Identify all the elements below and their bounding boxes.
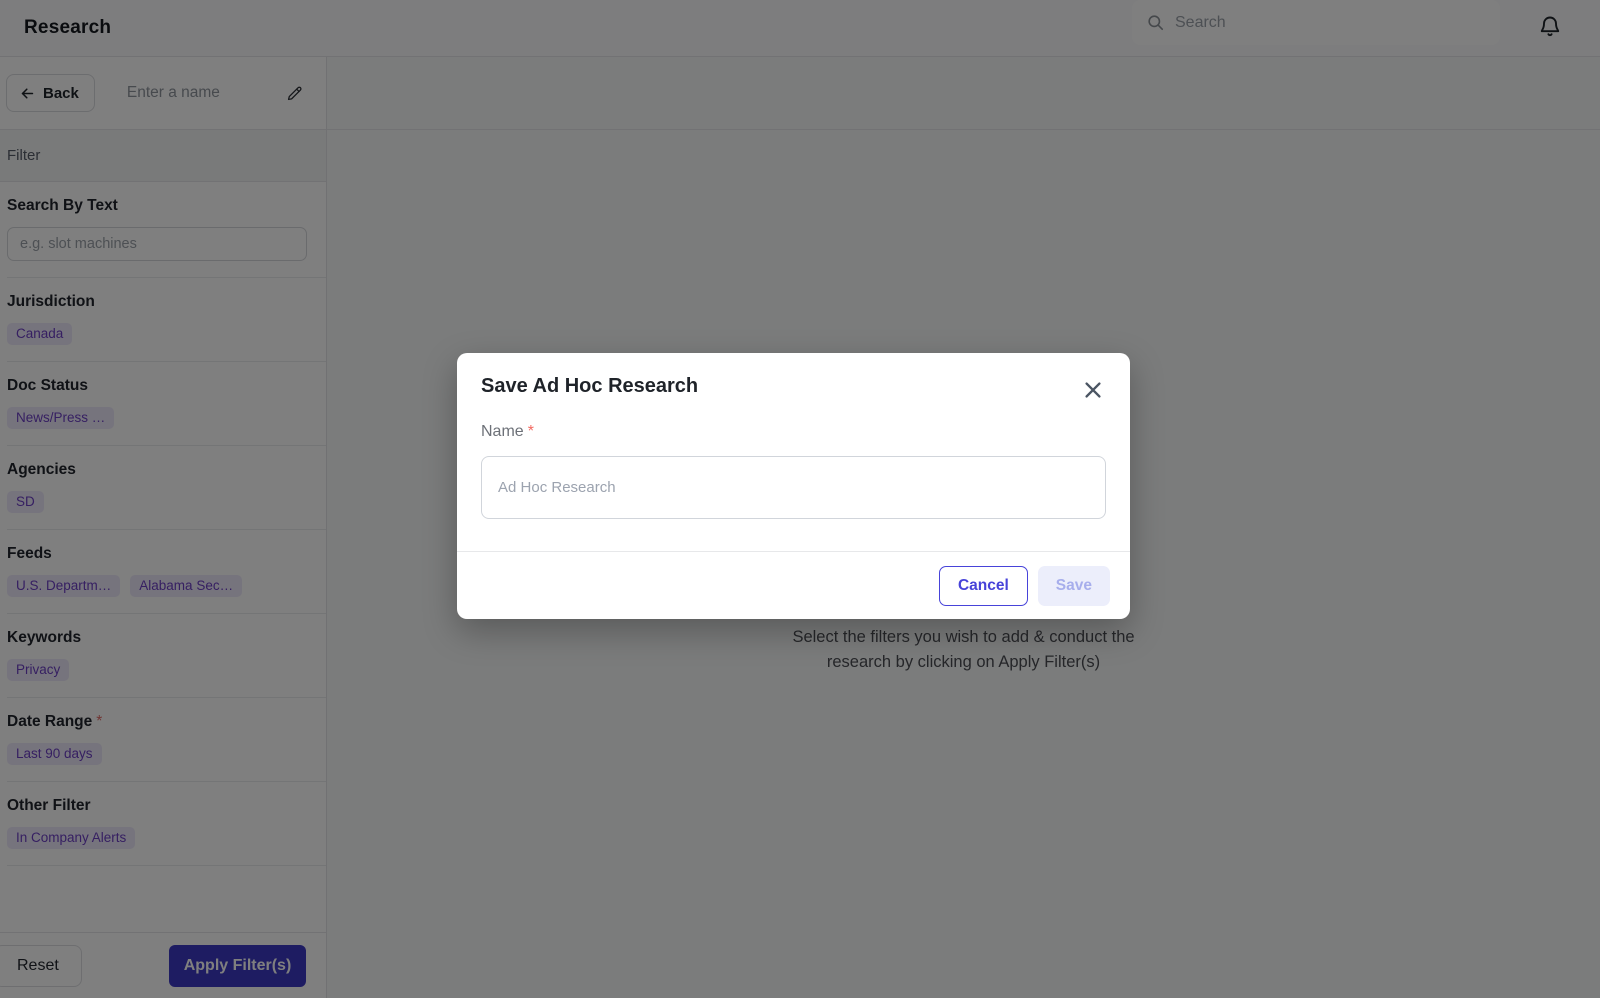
save-research-modal: Save Ad Hoc Research Name* Cancel Save xyxy=(457,353,1130,619)
app-root: Research Back Enter a xyxy=(0,0,1600,998)
modal-footer: Cancel Save xyxy=(457,551,1130,619)
name-label-text: Name xyxy=(481,423,524,440)
name-field-label: Name* xyxy=(481,423,1106,441)
cancel-button[interactable]: Cancel xyxy=(939,566,1028,606)
name-field[interactable] xyxy=(481,456,1106,519)
modal-header: Save Ad Hoc Research xyxy=(481,375,1106,403)
close-icon xyxy=(1082,379,1104,401)
modal-title: Save Ad Hoc Research xyxy=(481,375,698,398)
save-button[interactable]: Save xyxy=(1038,566,1110,606)
modal-close-button[interactable] xyxy=(1080,377,1106,403)
required-asterisk: * xyxy=(528,423,534,440)
